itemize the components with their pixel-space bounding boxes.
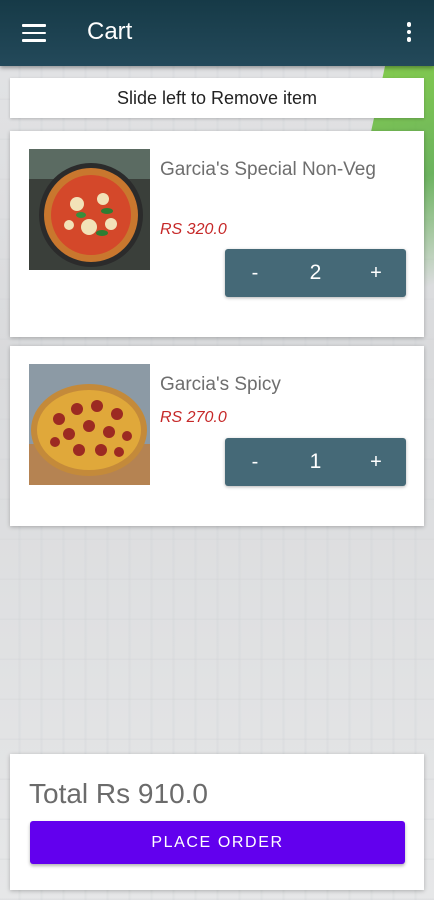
hamburger-menu-icon[interactable] <box>22 24 46 42</box>
place-order-button[interactable]: PLACE ORDER <box>30 821 405 864</box>
increase-quantity-button[interactable]: + <box>346 451 406 474</box>
cart-item[interactable]: Garcia's Special Non-Veg RS 320.0 - 2 + <box>10 131 424 337</box>
more-vertical-icon[interactable] <box>404 22 414 46</box>
quantity-value: 1 <box>309 450 322 473</box>
item-price: RS 320.0 <box>160 221 227 238</box>
pizza-pepperoni-image <box>29 364 150 485</box>
pizza-margherita-image <box>29 149 150 270</box>
app-bar: Cart <box>0 0 434 66</box>
cart-item[interactable]: Garcia's Spicy RS 270.0 - 1 + <box>10 346 424 526</box>
item-price: RS 270.0 <box>160 409 227 426</box>
total-amount: Total Rs 910.0 <box>29 778 208 809</box>
item-name: Garcia's Spicy <box>160 374 281 395</box>
item-name: Garcia's Special Non-Veg <box>160 159 376 180</box>
increase-quantity-button[interactable]: + <box>346 262 406 285</box>
remove-hint-banner: Slide left to Remove item <box>10 78 424 118</box>
decrease-quantity-button[interactable]: - <box>225 262 285 285</box>
quantity-stepper: - 1 + <box>225 438 406 486</box>
quantity-value: 2 <box>309 261 322 284</box>
order-summary: Total Rs 910.0 PLACE ORDER <box>10 754 424 890</box>
quantity-stepper: - 2 + <box>225 249 406 297</box>
page-title: Cart <box>87 18 133 45</box>
decrease-quantity-button[interactable]: - <box>225 451 285 474</box>
